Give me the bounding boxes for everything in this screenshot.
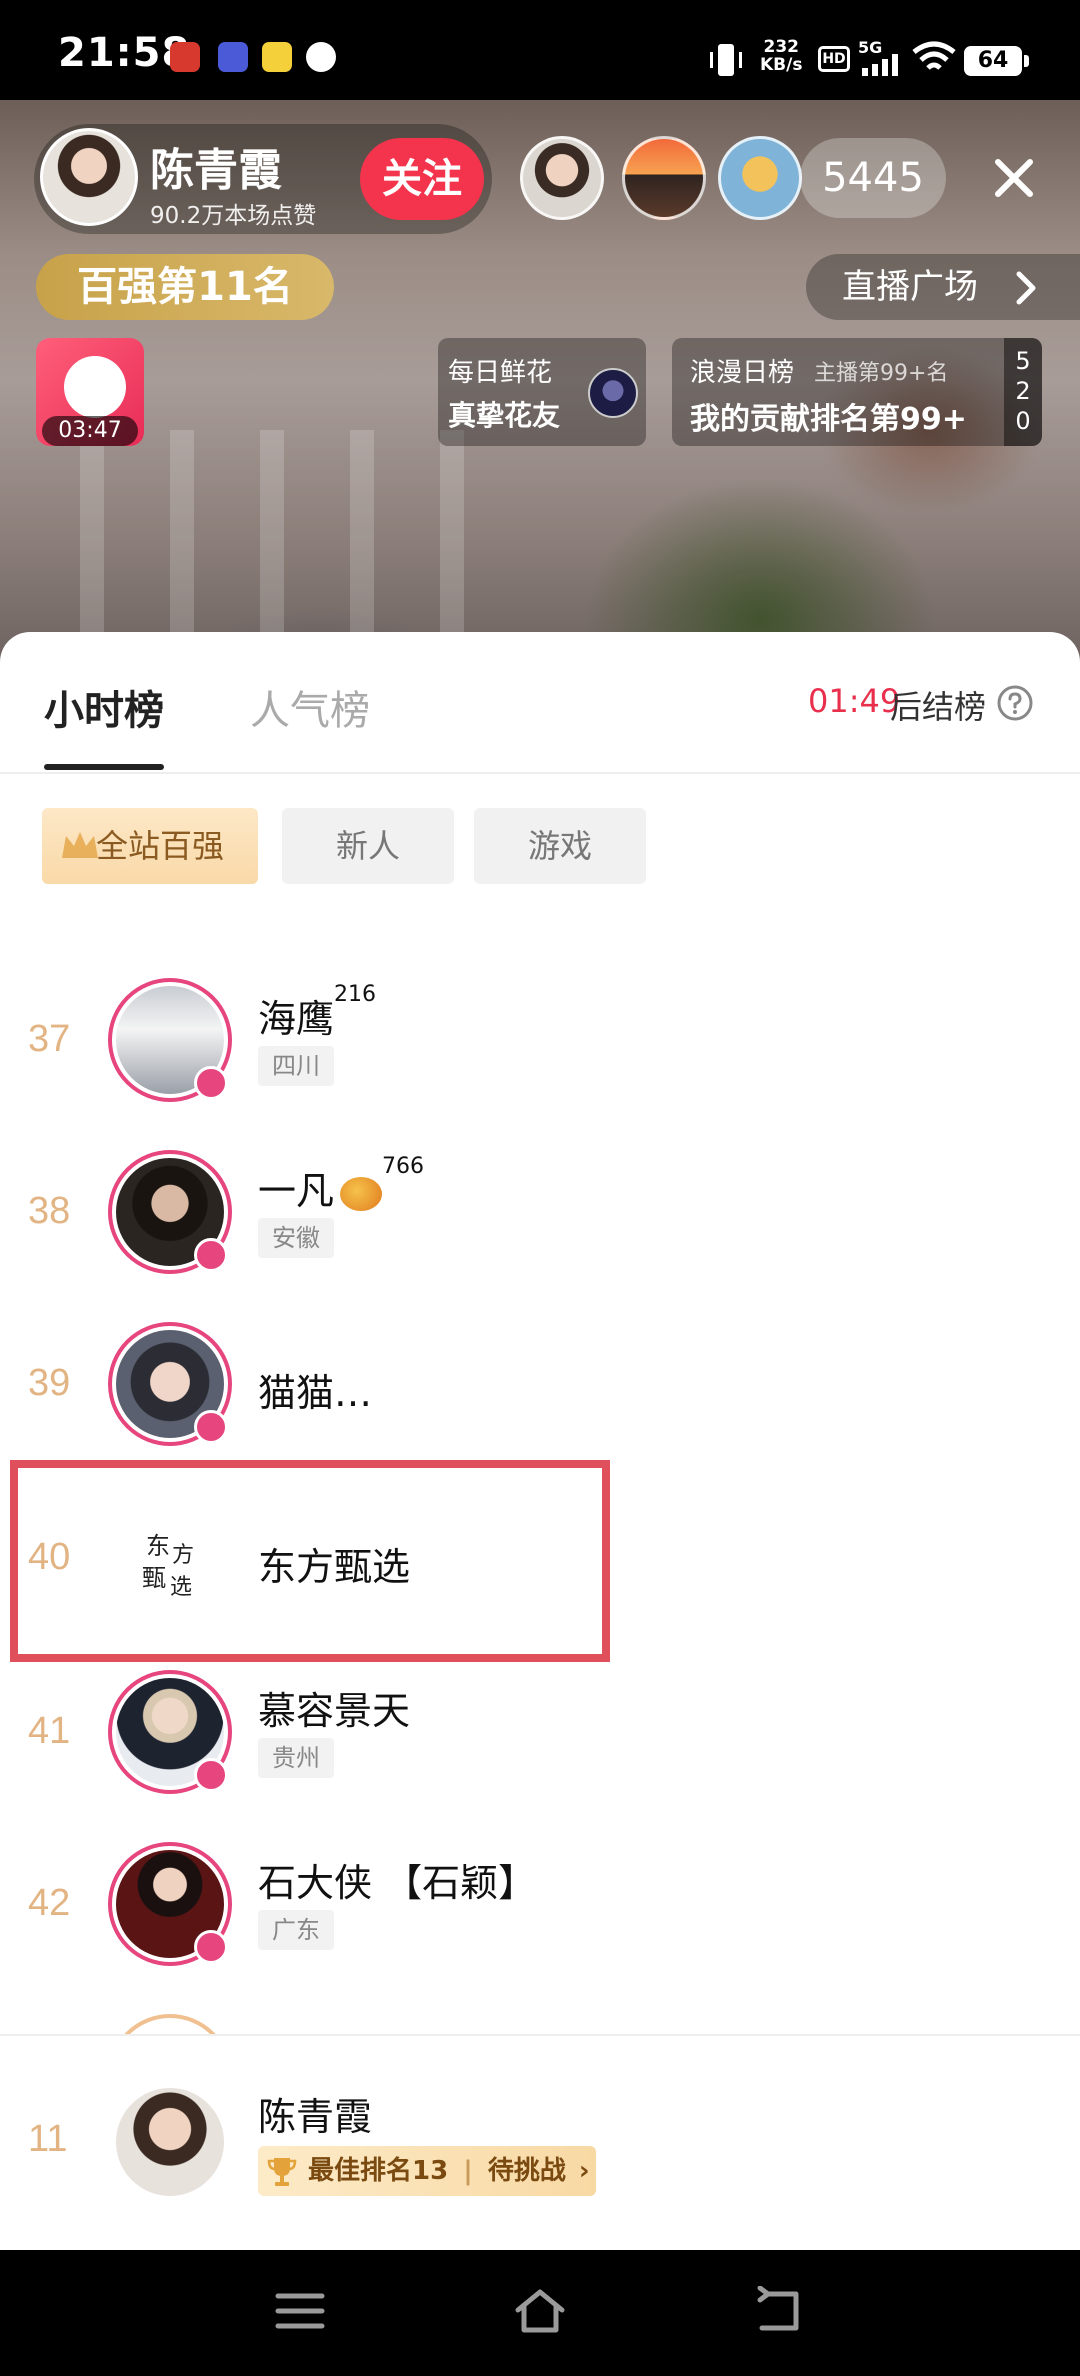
streamer-name[interactable]: 慕容景天 — [258, 1680, 410, 1735]
close-icon[interactable] — [986, 150, 1042, 206]
region-tag: 广东 — [258, 1910, 334, 1950]
home-icon[interactable] — [512, 2286, 568, 2336]
host-name[interactable]: 陈青霞 — [150, 134, 282, 198]
streamer-name[interactable]: 一凡 766 — [258, 1154, 424, 1215]
gift-timer: 03:47 — [42, 416, 138, 446]
streamer-name[interactable]: 石大侠 【石颖】 — [258, 1852, 536, 1907]
region-tag: 四川 — [258, 1046, 334, 1086]
live-indicator-icon — [194, 1758, 228, 1792]
rank-row[interactable]: 41 慕容景天 贵州 — [0, 1670, 1080, 1810]
live-indicator-icon — [194, 1066, 228, 1100]
status-bar: 21:58 232 KB/s HD 5G 64 — [0, 0, 1080, 100]
net-speed-unit: KB/s — [760, 55, 803, 75]
bank-app-icon — [170, 42, 200, 72]
live-indicator-icon — [194, 1930, 228, 1964]
chevron-right-icon: › — [578, 2156, 590, 2186]
rank-row[interactable]: 39 猫猫… — [0, 1322, 1080, 1462]
wifi-icon — [912, 41, 956, 70]
romance-daily-title: 浪漫日榜 — [690, 358, 795, 388]
battery-indicator: 64 — [964, 46, 1029, 76]
streamer-level: 766 — [382, 1154, 425, 1179]
self-avatar[interactable] — [116, 2088, 224, 2196]
romance-side-digit: 5 — [1015, 347, 1031, 375]
live-indicator-icon — [194, 1410, 228, 1444]
romance-side-digit: 0 — [1015, 407, 1031, 435]
self-name: 陈青霞 — [258, 2095, 373, 2139]
viewer-avatar-3[interactable] — [718, 136, 802, 220]
active-tab-indicator — [44, 764, 164, 770]
self-rank-row[interactable]: 11 陈青霞 — [0, 2036, 1080, 2250]
rank-number: 37 — [28, 1018, 71, 1060]
daily-flower-subtitle: 真挚花友 — [448, 399, 561, 432]
filter-new[interactable]: 新人 — [282, 808, 454, 884]
news-app-icon — [262, 42, 292, 72]
best-rank-chip[interactable]: 最佳排名13 | 待挑战 › — [258, 2146, 596, 2196]
message-icon — [306, 42, 336, 72]
chevron-right-icon — [1016, 271, 1036, 305]
rank-row[interactable]: 38 一凡 766 安徽 — [0, 1150, 1080, 1290]
signal-indicator: 5G — [858, 38, 902, 78]
back-icon[interactable] — [752, 2286, 808, 2336]
countdown-time: 01:49 — [808, 682, 901, 720]
net-speed: 232 KB/s — [760, 38, 802, 74]
flower-fan-avatar — [588, 368, 638, 418]
tab-popularity[interactable]: 人气榜 — [250, 678, 370, 736]
streamer-name[interactable]: 猫猫… — [258, 1362, 372, 1417]
viewer-avatar-2[interactable] — [622, 136, 706, 220]
rank-number: 38 — [28, 1190, 71, 1232]
viewer-avatar-1[interactable] — [520, 136, 604, 220]
vibrate-icon — [710, 44, 742, 76]
host-avatar[interactable] — [40, 128, 138, 226]
countdown-label: 后结榜 — [890, 688, 987, 726]
crown-icon — [62, 832, 98, 858]
host-likes: 90.2万本场点赞 — [150, 203, 317, 229]
streamer-name-text: 一凡 — [258, 1169, 335, 1213]
follow-button[interactable]: 关注 — [360, 138, 484, 220]
hd-badge: HD — [818, 46, 850, 72]
streamer-name[interactable]: 海鹰216 — [258, 982, 376, 1043]
tab-hourly[interactable]: 小时榜 — [44, 678, 164, 736]
self-rank-number: 11 — [28, 2118, 68, 2160]
region-tag: 贵州 — [258, 1738, 334, 1778]
highlight-annotation-box — [10, 1460, 610, 1662]
menu-icon[interactable] — [272, 2286, 328, 2336]
challenge-label: 待挑战 — [487, 2156, 566, 2186]
streamer-level: 216 — [334, 982, 377, 1007]
rank-row[interactable]: 42 石大侠 【石颖】 广东 — [0, 1842, 1080, 1982]
rank-row[interactable]: 37 海鹰216 四川 — [0, 978, 1080, 1118]
tieba-app-icon — [218, 42, 248, 72]
rank-number: 39 — [28, 1362, 71, 1404]
mango-icon — [340, 1176, 383, 1211]
rank-badge[interactable]: 百强第11名 — [36, 254, 334, 320]
romance-side-counter[interactable]: 5 2 0 — [1004, 338, 1042, 446]
best-rank-label: 最佳排名13 — [308, 2156, 449, 2186]
rank-number: 42 — [28, 1882, 71, 1924]
streamer-name-text: 海鹰 — [258, 997, 335, 1041]
net-speed-value: 232 — [763, 37, 799, 57]
tab-divider — [0, 772, 1080, 774]
help-icon[interactable] — [996, 684, 1034, 722]
viewer-count[interactable]: 5445 — [800, 138, 946, 218]
daily-flower-title: 每日鲜花 — [448, 358, 553, 388]
romance-side-digit: 2 — [1015, 377, 1031, 405]
region-tag: 安徽 — [258, 1218, 334, 1258]
romance-contribution-rank: 我的贡献排名第99+ — [690, 402, 967, 437]
chip-separator: | — [463, 2156, 473, 2186]
romance-host-rank: 主播第99+名 — [814, 361, 949, 386]
live-indicator-icon — [194, 1238, 228, 1272]
filter-game[interactable]: 游戏 — [474, 808, 646, 884]
trophy-icon — [267, 2158, 297, 2186]
rank-number: 41 — [28, 1710, 71, 1752]
